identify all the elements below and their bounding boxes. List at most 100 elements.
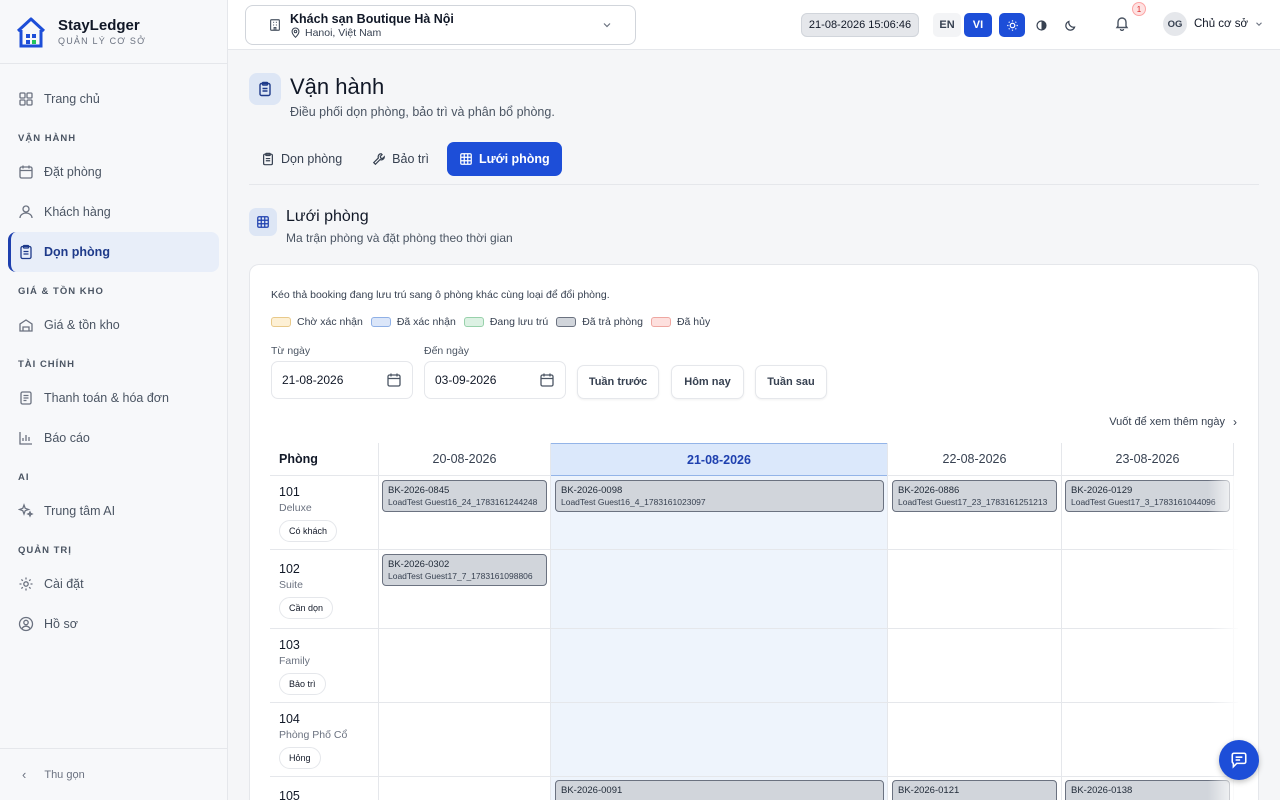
room-type: Deluxe [279, 502, 312, 514]
booking-block[interactable]: BK-2026-0091 [555, 780, 884, 800]
lang-vi-button[interactable]: VI [964, 13, 992, 37]
sidebar-item-ai-center[interactable]: Trung tâm AI [8, 491, 219, 531]
booking-block[interactable]: BK-2026-0302 LoadTest Guest17_7_17831610… [382, 554, 547, 586]
user-menu[interactable]: OG Chủ cơ sở [1163, 12, 1264, 36]
bell-icon[interactable] [1114, 15, 1130, 36]
room-cell[interactable]: 105 [279, 789, 300, 800]
grid-line [270, 549, 1238, 550]
room-cell[interactable]: 102 Suite Cần dọn [279, 562, 334, 619]
chat-button[interactable] [1219, 740, 1259, 780]
sidebar-item-payments[interactable]: Thanh toán & hóa đơn [8, 378, 219, 418]
sidebar-item-guests[interactable]: Khách hàng [8, 192, 219, 232]
sidebar-item-reports[interactable]: Báo cáo [8, 418, 219, 458]
lang-en-button[interactable]: EN [933, 13, 961, 37]
room-column-header: Phòng [270, 443, 379, 476]
sidebar-item-label: Khách hàng [44, 205, 111, 219]
room-type: Phòng Phố Cổ [279, 729, 348, 741]
tab-maintenance[interactable]: Bảo trì [360, 142, 441, 176]
avatar: OG [1163, 12, 1187, 36]
booking-block[interactable]: BK-2026-0138 [1065, 780, 1230, 800]
collapse-sidebar-button[interactable]: ‹ Thu gọn [0, 748, 228, 800]
sun-icon [1006, 19, 1019, 32]
invoice-icon [18, 390, 34, 406]
calendar-icon[interactable] [386, 372, 402, 391]
to-date-input[interactable]: 03-09-2026 [424, 361, 566, 399]
bar-chart-icon [18, 430, 34, 446]
gear-icon [18, 576, 34, 592]
sidebar-section-title: TÀI CHÍNH [18, 359, 76, 370]
booking-block[interactable]: BK-2026-0129 LoadTest Guest17_3_17831610… [1065, 480, 1230, 512]
brand[interactable]: StayLedger QUẢN LÝ CƠ SỞ [0, 0, 227, 64]
swipe-hint-label: Vuốt để xem thêm ngày [1109, 416, 1225, 428]
grid-line [270, 702, 1238, 703]
room-grid: Phòng 20-08-2026 21-08-2026 22-08-2026 2… [270, 443, 1238, 800]
booking-block[interactable]: BK-2026-0121 [892, 780, 1057, 800]
legend-label: Đã trả phòng [582, 316, 643, 328]
dark-theme-button[interactable] [1057, 13, 1083, 37]
tab-room-grid[interactable]: Lưới phòng [447, 142, 562, 176]
grid-line [550, 443, 551, 800]
chevron-left-icon: ‹ [22, 767, 27, 782]
prev-week-button[interactable]: Tuần trước [577, 365, 659, 399]
room-cell[interactable]: 104 Phòng Phố Cổ Hỏng [279, 712, 347, 769]
system-theme-button[interactable] [1028, 13, 1054, 37]
today-button[interactable]: Hôm nay [671, 365, 744, 399]
notification-badge: 1 [1132, 2, 1146, 16]
legend-swatch [271, 317, 291, 327]
legend-item: Đã hủy [650, 316, 710, 328]
date-column-header: 22-08-2026 [888, 443, 1061, 476]
legend-label: Đang lưu trú [489, 316, 549, 328]
table-icon [459, 152, 473, 166]
booking-block[interactable]: BK-2026-0098 LoadTest Guest16_4_17831610… [555, 480, 884, 512]
booking-code: BK-2026-0098 [561, 485, 623, 496]
sparkle-icon [18, 503, 34, 519]
sidebar-item-bookings[interactable]: Đặt phòng [8, 152, 219, 192]
room-cell[interactable]: 103 Family Bảo trì [279, 638, 326, 695]
legend-item: Chờ xác nhận [271, 316, 363, 328]
sidebar-item-home[interactable]: Trang chủ [8, 79, 219, 119]
building-icon [268, 18, 282, 32]
sidebar-item-label: Trang chủ [44, 92, 100, 106]
room-cell[interactable]: 101 Deluxe Có khách [279, 485, 338, 542]
sidebar-item-settings[interactable]: Cài đặt [8, 564, 219, 604]
today-column-header: 21-08-2026 [550, 443, 888, 476]
legend-label: Đã xác nhận [396, 316, 456, 328]
legend-swatch [556, 317, 577, 327]
divider [249, 184, 1259, 185]
tab-label: Dọn phòng [281, 152, 343, 166]
calendar-icon[interactable] [539, 372, 555, 391]
from-date-value: 21-08-2026 [282, 373, 344, 387]
to-date-label: Đến ngày [424, 345, 469, 357]
swipe-hint[interactable]: Vuốt để xem thêm ngày › [1109, 415, 1237, 429]
status-legend: Chờ xác nhận Đã xác nhận Đang lưu trú Đã… [271, 316, 710, 328]
status-badge: Cần dọn [279, 597, 334, 619]
booking-block[interactable]: BK-2026-0845 LoadTest Guest16_24_1783161… [382, 480, 547, 512]
sidebar-item-profile[interactable]: Hồ sơ [8, 604, 219, 644]
sidebar-item-label: Đặt phòng [44, 165, 102, 179]
wrench-icon [372, 152, 386, 166]
map-pin-icon [290, 27, 301, 38]
next-week-button[interactable]: Tuần sau [755, 365, 827, 399]
tab-housekeeping[interactable]: Dọn phòng [249, 142, 354, 176]
booking-guest: LoadTest Guest17_7_1783161098806 [388, 571, 533, 581]
room-number: 103 [279, 638, 300, 652]
from-date-input[interactable]: 21-08-2026 [271, 361, 413, 399]
topbar: Khách sạn Boutique Hà Nội Hanoi, Việt Na… [228, 0, 1280, 50]
page-title: Vận hành [290, 74, 385, 99]
booking-code: BK-2026-0129 [1071, 485, 1133, 496]
room-type: Family [279, 655, 310, 667]
profile-icon [18, 616, 34, 632]
booking-code: BK-2026-0091 [561, 785, 623, 796]
booking-code: BK-2026-0886 [898, 485, 960, 496]
section-title: Lưới phòng [286, 208, 369, 225]
booking-block[interactable]: BK-2026-0886 LoadTest Guest17_23_1783161… [892, 480, 1057, 512]
hotel-selector[interactable]: Khách sạn Boutique Hà Nội Hanoi, Việt Na… [245, 5, 636, 45]
calendar-icon [18, 164, 34, 180]
today-column [550, 476, 888, 800]
booking-guest: LoadTest Guest17_23_1783161251213 [898, 497, 1048, 507]
sidebar-item-housekeeping[interactable]: Dọn phòng [8, 232, 219, 272]
clipboard-icon [261, 152, 275, 166]
legend-swatch [650, 317, 671, 327]
sidebar-item-rates[interactable]: Giá & tồn kho [8, 305, 219, 345]
light-theme-button[interactable] [999, 13, 1025, 37]
